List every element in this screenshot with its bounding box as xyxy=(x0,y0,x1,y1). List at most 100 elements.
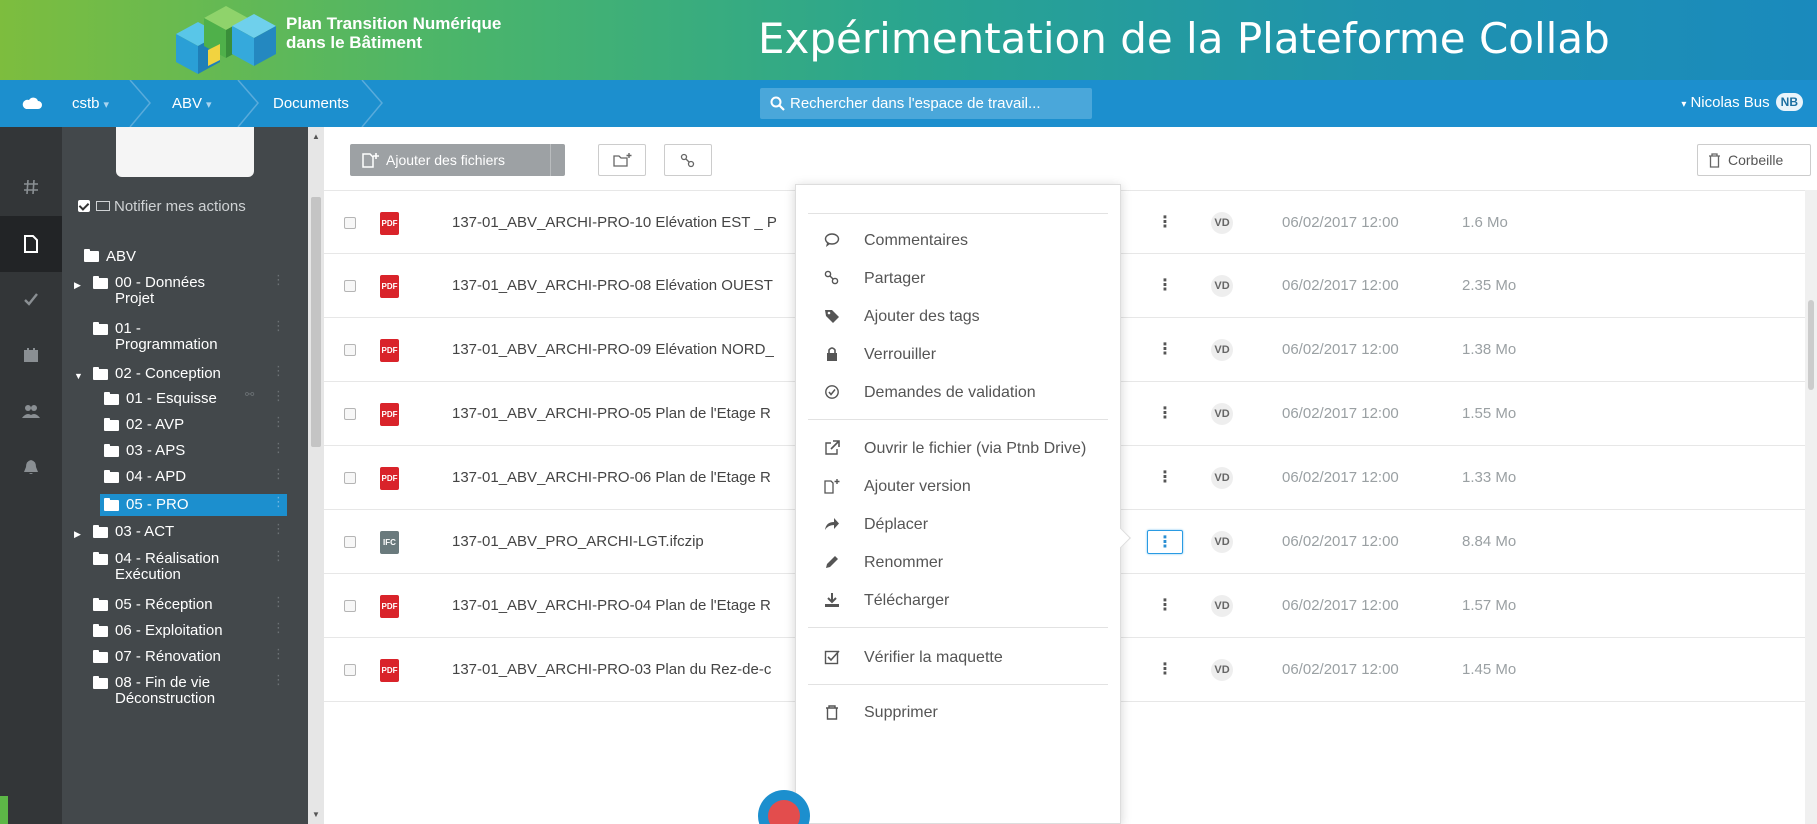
file-name[interactable]: 137-01_ABV_ARCHI-PRO-09 Elévation NORD_ xyxy=(452,341,792,358)
file-name[interactable]: 137-01_ABV_ARCHI-PRO-06 Plan de l'Etage … xyxy=(452,469,792,486)
menu-item-comments[interactable]: Commentaires xyxy=(796,223,1122,259)
kebab-icon[interactable]: ⋮ xyxy=(272,273,285,286)
tree-item-realisation[interactable]: 04 - Réalisation Exécution ⋮ xyxy=(62,549,308,585)
rail-item-hash[interactable] xyxy=(0,160,62,216)
scroll-up-icon[interactable]: ▲ xyxy=(312,132,320,141)
rail-item-documents[interactable] xyxy=(0,216,62,272)
row-checkbox[interactable] xyxy=(344,217,356,229)
menu-item-download[interactable]: Télécharger xyxy=(796,583,1122,619)
tree-item-fin-de-vie[interactable]: 08 - Fin de vie Déconstruction ⋮ xyxy=(62,673,308,709)
bell-icon xyxy=(24,460,38,474)
row-kebab-icon[interactable]: ⋮ xyxy=(1147,402,1183,426)
row-checkbox[interactable] xyxy=(344,280,356,292)
user-menu[interactable]: ▾ Nicolas Bus NB xyxy=(1681,93,1803,111)
tree-item-apd[interactable]: 04 - APD ⋮ xyxy=(62,467,308,487)
menu-item-rename[interactable]: Renommer xyxy=(796,545,1122,581)
tree-item-renovation[interactable]: 07 - Rénovation ⋮ xyxy=(62,647,308,667)
row-checkbox[interactable] xyxy=(344,600,356,612)
tree-item-reception[interactable]: 05 - Réception ⋮ xyxy=(62,595,308,615)
breadcrumb-abv[interactable]: ABV ▾ xyxy=(172,95,212,112)
main-scrollbar[interactable] xyxy=(1805,190,1817,824)
tree-item-abv[interactable]: ABV xyxy=(62,247,308,267)
menu-item-add-tags[interactable]: Ajouter des tags xyxy=(796,299,1122,335)
tree-item-exploitation[interactable]: 06 - Exploitation ⋮ xyxy=(62,621,308,641)
menu-item-add-version[interactable]: Ajouter version xyxy=(796,469,1122,505)
kebab-icon[interactable]: ⋮ xyxy=(272,549,285,562)
row-checkbox[interactable] xyxy=(344,664,356,676)
tree-item-esquisse[interactable]: 01 - Esquisse ⚯ ⋮ xyxy=(62,389,308,409)
menu-item-share[interactable]: Partager xyxy=(796,261,1122,297)
search-input[interactable]: Rechercher dans l'espace de travail... xyxy=(760,88,1092,119)
menu-item-move[interactable]: Déplacer xyxy=(796,507,1122,543)
row-checkbox[interactable] xyxy=(344,536,356,548)
menu-item-lock[interactable]: Verrouiller xyxy=(796,337,1122,373)
kebab-icon[interactable]: ⋮ xyxy=(272,441,285,454)
kebab-icon[interactable]: ⋮ xyxy=(272,389,285,402)
share-link-button[interactable] xyxy=(664,144,712,176)
row-kebab-icon[interactable]: ⋮ xyxy=(1147,658,1183,682)
breadcrumb-cstb[interactable]: cstb ▾ xyxy=(72,95,109,112)
tree-item-act[interactable]: ▶ 03 - ACT ⋮ xyxy=(62,522,308,542)
scrollbar-thumb[interactable] xyxy=(1808,300,1814,390)
menu-item-open-file[interactable]: Ouvrir le fichier (via Ptnb Drive) xyxy=(796,431,1122,467)
file-name[interactable]: 137-01_ABV_ARCHI-PRO-03 Plan du Rez-de-c xyxy=(452,661,792,678)
tree-item-programmation[interactable]: 01 - Programmation ⋮ xyxy=(62,319,308,355)
tree-item-aps[interactable]: 03 - APS ⋮ xyxy=(62,441,308,461)
tree-item-label-line2: Déconstruction xyxy=(115,690,216,707)
menu-item-validation-requests[interactable]: Demandes de validation xyxy=(796,375,1122,411)
menu-item-delete[interactable]: Supprimer xyxy=(796,695,1122,731)
chevron-down-icon[interactable]: ▾ xyxy=(566,144,571,176)
scrollbar-thumb[interactable] xyxy=(311,197,321,447)
tree-item-label-line2: Programmation xyxy=(115,336,218,353)
share-icon xyxy=(680,153,695,168)
kebab-icon[interactable]: ⋮ xyxy=(272,319,285,332)
new-folder-button[interactable] xyxy=(598,144,646,176)
file-size: 2.35 Mo xyxy=(1462,277,1517,294)
kebab-icon[interactable]: ⋮ xyxy=(272,647,285,660)
pdf-file-icon: PDF xyxy=(380,339,399,362)
breadcrumb-documents[interactable]: Documents xyxy=(273,95,349,112)
sidebar-scrollbar[interactable]: ▲ ▼ xyxy=(308,127,324,824)
rail-item-tasks[interactable] xyxy=(0,272,62,328)
row-kebab-icon[interactable]: ⋮ xyxy=(1147,211,1183,235)
cloud-icon[interactable] xyxy=(22,95,42,111)
add-files-main[interactable]: Ajouter des fichiers xyxy=(350,144,528,176)
kebab-icon[interactable]: ⋮ xyxy=(272,364,285,377)
tree-item-conception[interactable]: ▼ 02 - Conception ⋮ xyxy=(62,364,308,384)
rail-item-calendar[interactable] xyxy=(0,328,62,384)
row-kebab-icon[interactable]: ⋮ xyxy=(1147,594,1183,618)
menu-item-label: Ajouter des tags xyxy=(864,308,980,325)
trash-button[interactable]: Corbeille xyxy=(1697,144,1811,176)
file-name[interactable]: 137-01_ABV_ARCHI-PRO-04 Plan de l'Etage … xyxy=(452,597,792,614)
row-kebab-icon[interactable]: ⋮ xyxy=(1147,338,1183,362)
kebab-icon[interactable]: ⋮ xyxy=(272,621,285,634)
row-kebab-icon[interactable]: ⋮ xyxy=(1147,466,1183,490)
tree-item-donnees-projet[interactable]: ▶ 00 - Données Projet ⋮ xyxy=(62,273,308,309)
kebab-icon[interactable]: ⋮ xyxy=(272,467,285,480)
collapse-icon[interactable]: ▼ xyxy=(74,368,84,385)
kebab-icon[interactable]: ⋮ xyxy=(272,495,285,508)
kebab-icon[interactable]: ⋮ xyxy=(272,595,285,608)
add-files-button[interactable]: Ajouter des fichiers ▾ xyxy=(350,144,571,176)
row-checkbox[interactable] xyxy=(344,472,356,484)
menu-item-verify-model[interactable]: Vérifier la maquette xyxy=(796,640,1122,676)
row-kebab-icon[interactable]: ⋮ xyxy=(1147,530,1183,554)
row-checkbox[interactable] xyxy=(344,344,356,356)
kebab-icon[interactable]: ⋮ xyxy=(272,522,285,535)
rail-item-notifications[interactable] xyxy=(0,440,62,496)
file-name[interactable]: 137-01_ABV_ARCHI-PRO-05 Plan de l'Etage … xyxy=(452,405,792,422)
notify-actions-checkbox[interactable]: Notifier mes actions xyxy=(78,198,246,215)
expand-icon[interactable]: ▶ xyxy=(74,526,84,543)
file-name[interactable]: 137-01_ABV_ARCHI-PRO-08 Elévation OUEST xyxy=(452,277,792,294)
rail-item-users[interactable] xyxy=(0,384,62,440)
row-checkbox[interactable] xyxy=(344,408,356,420)
file-name[interactable]: 137-01_ABV_PRO_ARCHI-LGT.ifczip xyxy=(452,533,792,550)
file-name[interactable]: 137-01_ABV_ARCHI-PRO-10 Elévation EST _ … xyxy=(452,214,792,231)
kebab-icon[interactable]: ⋮ xyxy=(272,415,285,428)
kebab-icon[interactable]: ⋮ xyxy=(272,673,285,686)
tree-item-avp[interactable]: 02 - AVP ⋮ xyxy=(62,415,308,435)
scroll-down-icon[interactable]: ▼ xyxy=(312,810,320,819)
row-kebab-icon[interactable]: ⋮ xyxy=(1147,274,1183,298)
expand-icon[interactable]: ▶ xyxy=(74,277,84,294)
tree-item-pro[interactable]: 05 - PRO ⋮ xyxy=(62,495,308,515)
